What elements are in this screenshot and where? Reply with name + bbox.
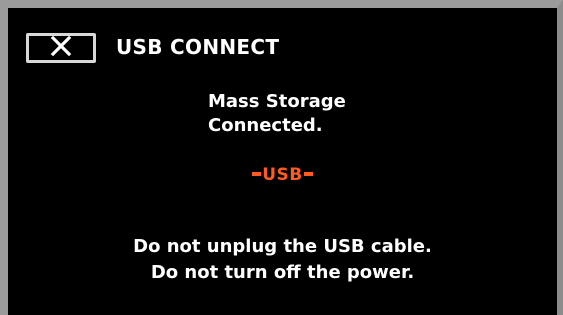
connection-status: Mass Storage Connected. — [208, 90, 346, 138]
usb-indicator: USB — [8, 165, 557, 185]
status-line-2: Connected. — [208, 115, 323, 136]
warning-message: Do not unplug the USB cable. Do not turn… — [8, 234, 557, 286]
warning-line-1: Do not unplug the USB cable. — [133, 236, 432, 257]
usb-indicator-label: USB — [262, 165, 303, 185]
status-line-1: Mass Storage — [208, 91, 346, 112]
screen-title: USB CONNECT — [116, 35, 280, 59]
usb-indicator-right-dash — [303, 172, 313, 176]
usb-indicator-left-dash — [252, 172, 262, 176]
warning-line-2: Do not turn off the power. — [150, 262, 415, 283]
usb-connect-screen: USB CONNECT Mass Storage Connected. USB … — [0, 0, 563, 315]
close-icon — [50, 35, 72, 61]
close-button[interactable] — [26, 33, 96, 63]
